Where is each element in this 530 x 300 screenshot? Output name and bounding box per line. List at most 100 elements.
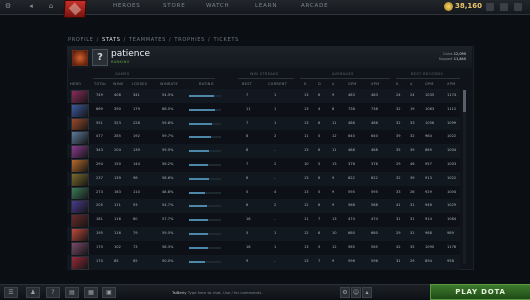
- cell-gpm: 474: [348, 217, 355, 222]
- cell-wins: 150: [114, 162, 121, 166]
- subnav-teammates[interactable]: TEAMMATES: [129, 37, 166, 43]
- cell-xpm: 488: [371, 148, 378, 153]
- cell-gpm: 596: [348, 258, 355, 263]
- cell-total: 343: [96, 148, 103, 153]
- news-icon[interactable]: ▣: [102, 287, 116, 298]
- cell-winrate: 59.5%: [162, 231, 174, 235]
- rating-bar: [189, 191, 221, 194]
- scrollbar-thumb[interactable]: [463, 90, 466, 112]
- cell-current: 1: [274, 231, 277, 235]
- rating-bar: [189, 95, 221, 97]
- table-row[interactable]: 237 139 98 58.6% 6 - 13 6 9 622 622 32 39 913 1022: [67, 171, 460, 187]
- table-row[interactable]: 181 116 80 57.7% 16 - 11 7 13 474 474 31 31 914 1084: [67, 213, 460, 229]
- rating-bar-fill: [189, 191, 205, 194]
- col-best-xpm[interactable]: XPM: [447, 82, 455, 86]
- cell-a: 9: [332, 93, 335, 97]
- col-current[interactable]: CURRENT: [268, 82, 287, 86]
- col-winrate[interactable]: WINRATE: [160, 82, 178, 86]
- table-row[interactable]: 170 102 73 58.3% 16 1 13 5 12 565 565 42 35 1090 1176: [67, 240, 460, 256]
- cell-total: 294: [96, 162, 103, 166]
- group-games: GAMES: [115, 72, 130, 76]
- table-row[interactable]: 477 285 192 59.7% 8 2 11 5 12 640 640 39 32 964 1022: [67, 130, 460, 146]
- nav-arcade[interactable]: ARCADE: [301, 3, 328, 9]
- back-icon[interactable]: ◂: [26, 2, 36, 11]
- help-icon[interactable]: ?: [46, 287, 60, 298]
- cell-bk: 32: [396, 175, 401, 180]
- col-rating[interactable]: RATING: [199, 82, 214, 86]
- table-row[interactable]: 343 204 139 59.5% 8 - 13 6 11 488 488 35 39 869 1004: [67, 144, 460, 160]
- cell-xpm: 568: [371, 203, 378, 208]
- expand-icon[interactable]: ▴: [362, 287, 372, 298]
- rating-bar-fill: [189, 233, 209, 235]
- divider: [238, 78, 294, 79]
- table-row[interactable]: 669 390 179 68.5% 11 1 13 4 8 738 738 32 19 1063 1112: [67, 102, 460, 118]
- table-row[interactable]: 205 111 93 54.7% 6 2 12 6 9 568 568 41 31 946 1029: [67, 199, 460, 215]
- cell-bxpm: 1174: [447, 93, 457, 97]
- subnav-tickets[interactable]: TICKETS: [213, 37, 239, 43]
- cell-best: 11: [246, 106, 251, 111]
- group-averages: AVERAGES: [332, 72, 354, 76]
- cell-bgpm: 914: [425, 217, 432, 222]
- rating-bar-fill: [189, 95, 214, 97]
- cell-wins: 204: [114, 148, 121, 153]
- col-wins[interactable]: WINS: [113, 82, 124, 86]
- col-xpm[interactable]: XPM: [371, 82, 379, 86]
- channels-icon[interactable]: ▦: [84, 287, 98, 298]
- col-best-gpm[interactable]: GPM: [425, 82, 434, 86]
- subnav-trophies[interactable]: TROPHIES: [174, 37, 205, 43]
- col-total[interactable]: TOTAL: [94, 82, 107, 86]
- col-best-a[interactable]: A: [410, 82, 413, 86]
- nav-learn[interactable]: LEARN: [255, 3, 277, 9]
- cell-total: 551: [96, 120, 103, 125]
- hero-portrait-icon[interactable]: [71, 255, 89, 270]
- settings-small-icon[interactable]: ⚙: [340, 287, 350, 298]
- table-row[interactable]: 294 150 144 56.2% 7 2 10 5 13 376 376 29 46 957 1003: [67, 158, 460, 173]
- table-row[interactable]: 195 116 79 59.5% 5 1 12 6 10 660 660 29 31 968 989: [67, 227, 460, 242]
- cell-k: 11: [304, 134, 309, 139]
- cell-bk: 32: [396, 106, 401, 111]
- cell-bgpm: 957: [425, 162, 432, 166]
- menu-icon[interactable]: [514, 3, 522, 11]
- inventory-icon[interactable]: [500, 3, 508, 11]
- cell-xpm: 486: [371, 120, 378, 125]
- col-losses[interactable]: LOSSES: [132, 82, 147, 86]
- cell-gpm: 376: [348, 162, 355, 166]
- col-d[interactable]: D: [318, 82, 321, 86]
- col-k[interactable]: K: [304, 82, 307, 86]
- cell-a: 8: [332, 106, 335, 111]
- col-best[interactable]: BEST: [242, 82, 252, 86]
- social-icon[interactable]: ☰: [4, 287, 18, 298]
- table-row[interactable]: 170 85 85 50.0% 9 - 13 7 9 596 596 31 29 894 958: [67, 254, 460, 270]
- emoticon-icon[interactable]: ☺: [351, 287, 361, 298]
- rating-bar-fill: [189, 150, 210, 153]
- home-icon[interactable]: ⌂: [46, 2, 56, 11]
- col-hero[interactable]: HERO: [70, 82, 81, 86]
- support-value: 11,640: [453, 57, 466, 61]
- subnav-profile[interactable]: PROFILE: [68, 37, 94, 43]
- party-icon[interactable]: ♟: [26, 287, 40, 298]
- nav-watch[interactable]: WATCH: [206, 3, 230, 9]
- cell-losses: 110: [133, 189, 140, 194]
- cell-best: 7: [246, 120, 249, 125]
- cell-a: 9: [332, 203, 335, 208]
- chat-input[interactable]: TsiBerly Type here to chat. Use / for co…: [172, 290, 263, 295]
- nav-store[interactable]: STORE: [163, 3, 185, 9]
- cell-gpm: 486: [348, 120, 355, 125]
- chat-channel-icon[interactable]: ▤: [65, 287, 79, 298]
- table-row[interactable]: 551 323 228 59.8% 7 1 13 6 11 486 486 32 33 1056 1099: [67, 116, 460, 132]
- rating-bar: [189, 122, 221, 125]
- subnav-stats[interactable]: STATS: [102, 37, 121, 43]
- table-row[interactable]: 749 408 341 54.5% 7 1 13 6 9 483 483 24 24 1035 1174: [67, 89, 460, 104]
- table-row[interactable]: 273 163 110 48.8% 5 4 13 5 9 595 595 33 26 929 1004: [67, 185, 460, 201]
- cell-bk: 29: [396, 231, 401, 235]
- dota-logo-icon[interactable]: [63, 0, 87, 18]
- nav-heroes[interactable]: HEROES: [113, 3, 141, 9]
- col-gpm[interactable]: GPM: [348, 82, 357, 86]
- profile-avatar[interactable]: [72, 50, 88, 66]
- settings-icon[interactable]: ⚙: [3, 2, 13, 11]
- scrollbar-track[interactable]: [463, 90, 466, 264]
- col-best-k[interactable]: K: [396, 82, 399, 86]
- col-a[interactable]: A: [332, 82, 335, 86]
- rating-bar-fill: [189, 108, 216, 111]
- friends-icon[interactable]: [486, 3, 494, 11]
